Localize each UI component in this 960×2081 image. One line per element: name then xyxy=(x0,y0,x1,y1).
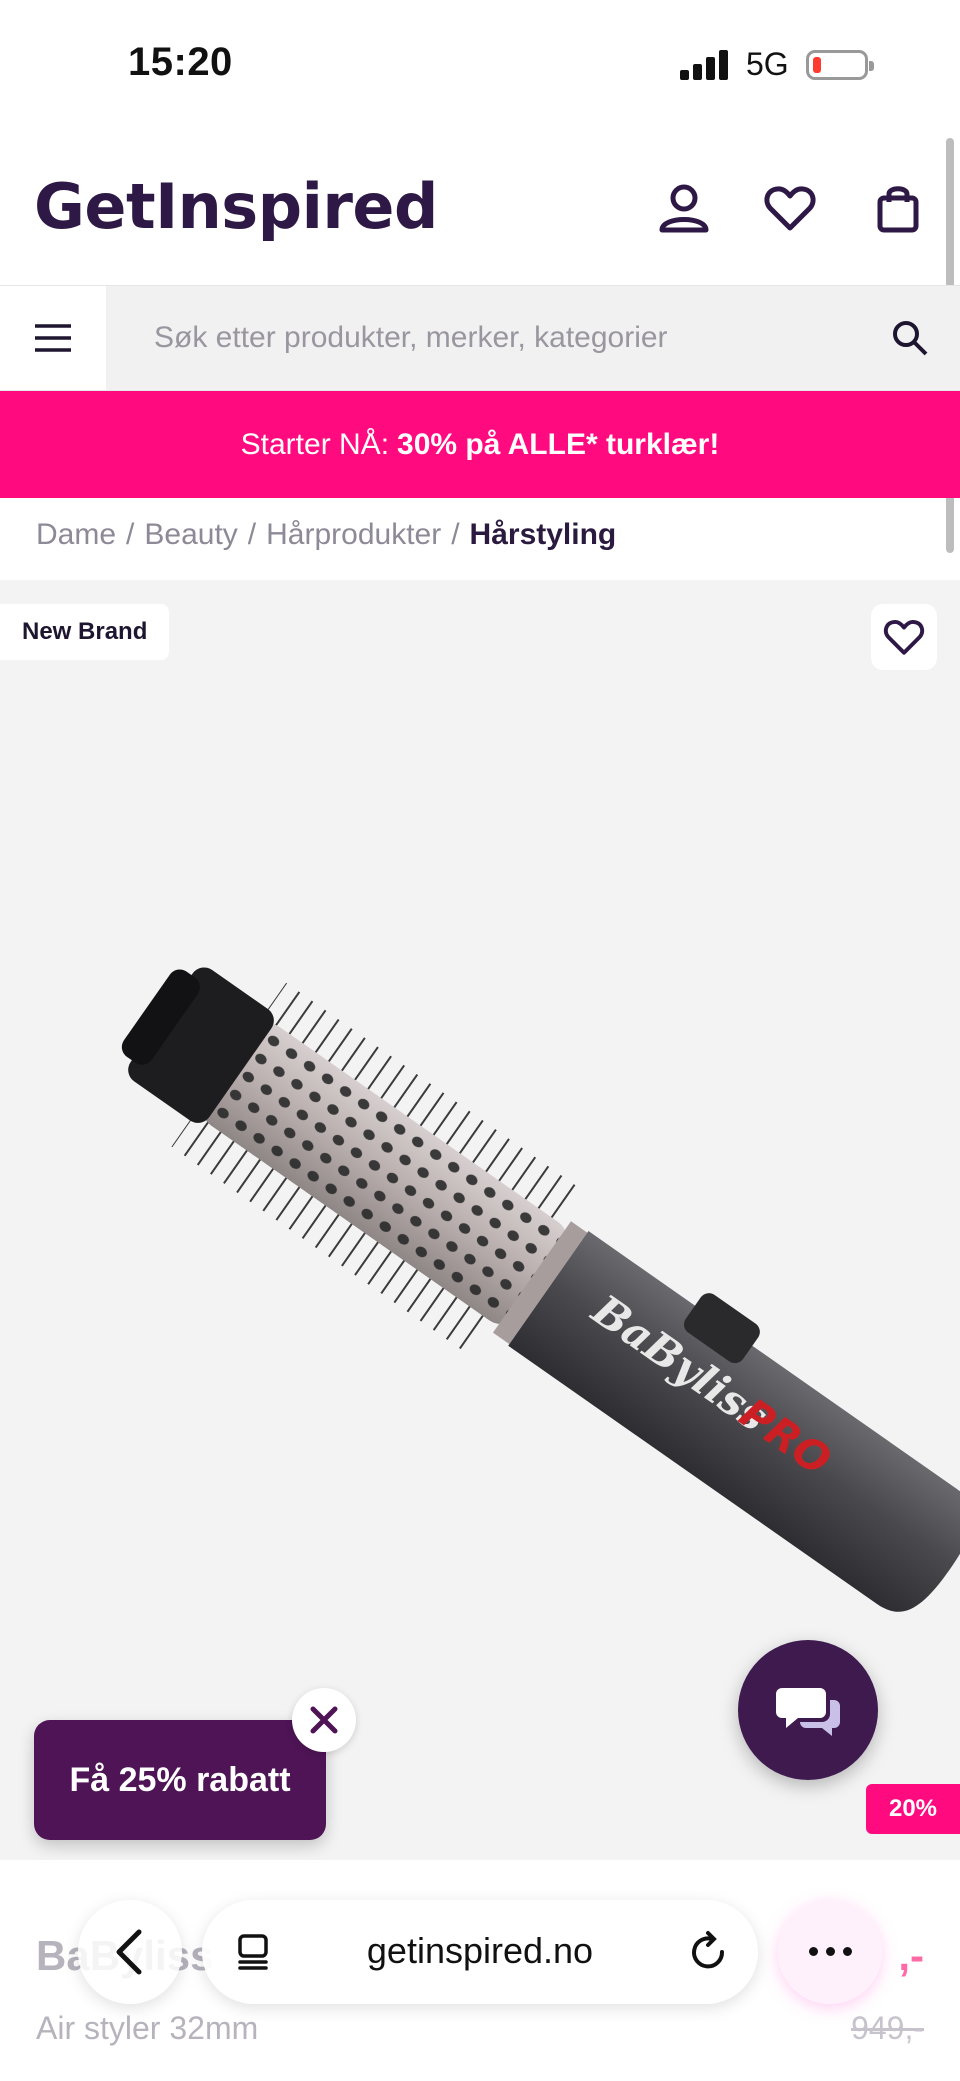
browser-toolbar: getinspired.no xyxy=(0,1880,960,2020)
breadcrumb-separator: / xyxy=(126,518,135,551)
status-time: 15:20 xyxy=(128,40,233,84)
search-row xyxy=(0,285,960,391)
discount-popup-button[interactable]: Få 25% rabatt xyxy=(34,1720,326,1840)
more-icon xyxy=(805,1943,856,1961)
account-icon[interactable] xyxy=(656,180,712,236)
menu-button[interactable] xyxy=(0,286,106,390)
heart-icon xyxy=(883,619,925,655)
menu-icon xyxy=(35,324,71,352)
new-brand-badge: New Brand xyxy=(0,604,170,660)
breadcrumb-current: Hårstyling xyxy=(469,518,617,551)
discount-badge: 20% xyxy=(866,1784,960,1834)
breadcrumb-item-dame[interactable]: Dame xyxy=(36,518,116,551)
battery-icon xyxy=(806,50,874,80)
heart-icon[interactable] xyxy=(762,180,818,236)
status-bar: 15:20 5G xyxy=(0,0,960,130)
back-button[interactable] xyxy=(78,1900,182,2004)
site-header: GetInspired xyxy=(0,130,960,285)
back-icon xyxy=(116,1929,142,1975)
network-label: 5G xyxy=(746,46,789,82)
more-button[interactable] xyxy=(778,1900,882,2004)
promo-prefix: Starter NÅ: xyxy=(240,427,390,461)
breadcrumb-item-beauty[interactable]: Beauty xyxy=(144,518,237,551)
breadcrumb: Dame / Beauty / Hårprodukter / Hårstyling xyxy=(36,518,616,552)
chat-icon xyxy=(776,1688,840,1736)
promo-highlight: 30% på ALLE* turklær! xyxy=(397,427,720,461)
search-icon[interactable] xyxy=(888,316,932,360)
address-bar[interactable]: getinspired.no xyxy=(202,1900,758,2004)
wishlist-button[interactable] xyxy=(871,604,937,670)
breadcrumb-separator: / xyxy=(451,518,460,551)
discount-popup-close[interactable] xyxy=(292,1688,356,1752)
reload-icon[interactable] xyxy=(686,1930,730,1974)
chat-button[interactable] xyxy=(738,1640,878,1780)
search-input[interactable] xyxy=(110,286,890,390)
breadcrumb-separator: / xyxy=(247,518,257,551)
breadcrumb-item-harprodukter[interactable]: Hårprodukter xyxy=(266,518,441,551)
url-text[interactable]: getinspired.no xyxy=(202,1930,758,1972)
close-icon xyxy=(310,1706,338,1734)
promo-banner[interactable]: Starter NÅ: 30% på ALLE* turklær! xyxy=(0,391,960,498)
signal-icon xyxy=(680,50,732,80)
site-logo[interactable]: GetInspired xyxy=(34,170,438,243)
bag-icon[interactable] xyxy=(870,180,926,236)
